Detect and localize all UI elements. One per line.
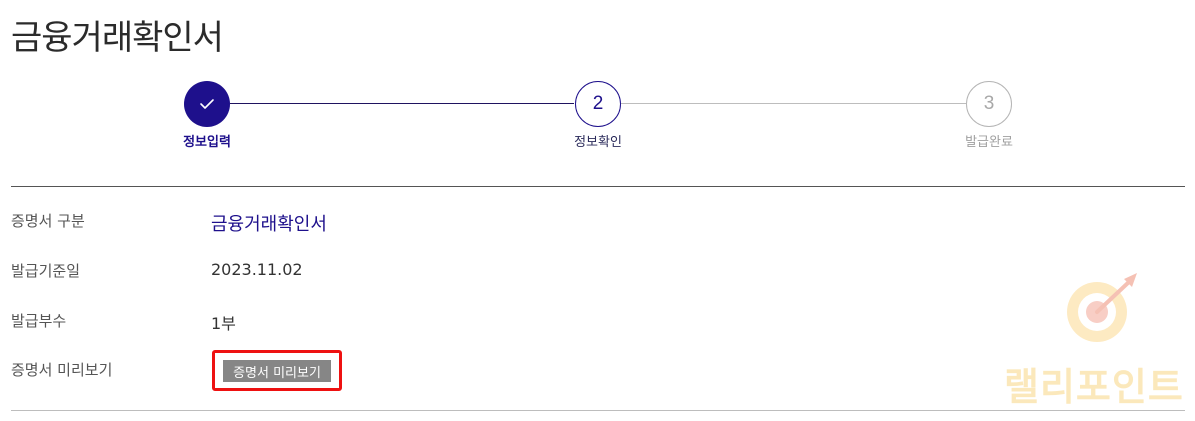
section-divider-top xyxy=(11,186,1185,187)
copies-value: 1부 xyxy=(211,314,236,333)
certificate-type-value: 금융거래확인서 xyxy=(211,214,327,235)
issue-date-label: 발급기준일 xyxy=(11,262,81,280)
page-title: 금융거래확인서 xyxy=(11,18,224,58)
step-connector-2 xyxy=(621,103,966,104)
copies-label: 발급부수 xyxy=(11,312,67,330)
step-2-circle: 2 xyxy=(575,81,621,127)
step-3-label: 발급완료 xyxy=(965,135,1013,150)
step-1-label: 정보입력 xyxy=(183,135,231,150)
issue-date-value: 2023.11.02 xyxy=(211,260,303,279)
preview-highlight-box: 증명서 미리보기 xyxy=(212,350,342,391)
step-connector-1 xyxy=(230,103,574,104)
target-arrow-icon xyxy=(1067,273,1137,342)
check-icon xyxy=(200,99,214,109)
step-2-label: 정보확인 xyxy=(574,135,622,150)
preview-label: 증명서 미리보기 xyxy=(11,361,113,379)
preview-button[interactable]: 증명서 미리보기 xyxy=(223,360,331,382)
watermark-text: 랠리포인트 xyxy=(1004,365,1184,409)
progress-stepper: 2 3 정보입력 정보확인 발급완료 xyxy=(0,80,1195,160)
watermark-logo: 랠리포인트 xyxy=(1000,270,1190,410)
step-1-circle xyxy=(184,81,230,127)
step-3-circle: 3 xyxy=(966,81,1012,127)
certificate-type-label: 증명서 구분 xyxy=(11,212,85,230)
